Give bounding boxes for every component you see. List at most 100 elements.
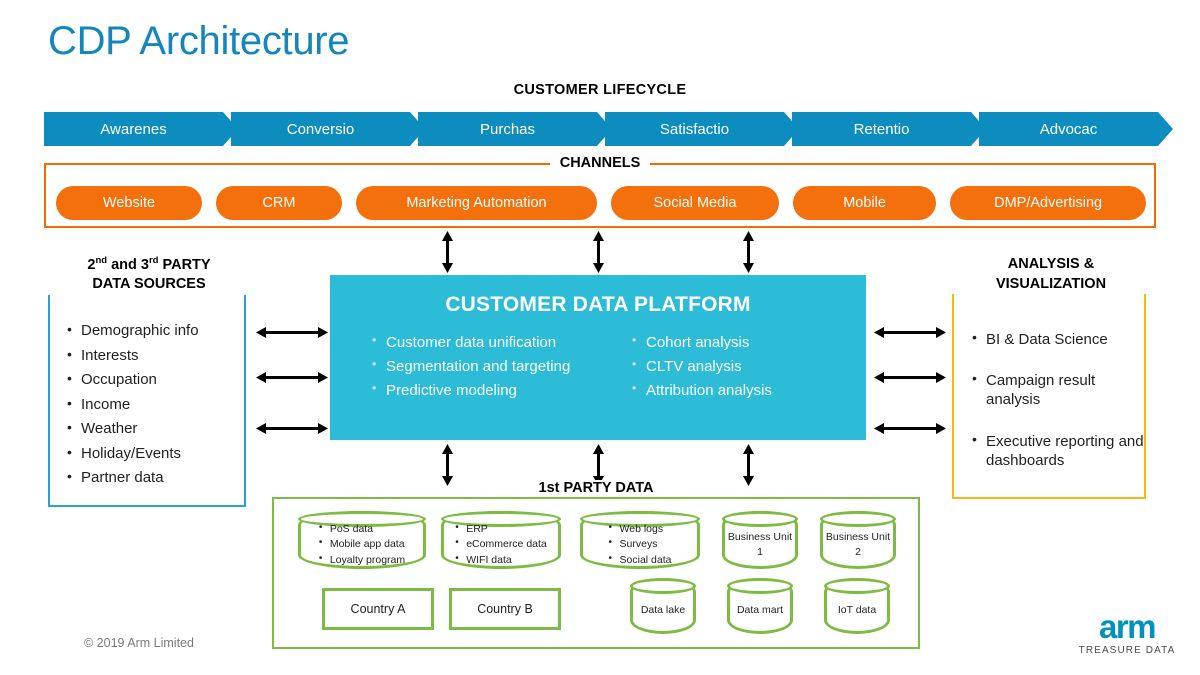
channel-marketing-automation[interactable]: Marketing Automation — [355, 186, 598, 220]
database-cylinder-weblogs[interactable]: Web logs Surveys Social data — [580, 511, 700, 569]
cylinder-item: Web logs — [609, 521, 672, 537]
analysis-visualization-panel-title: ANALYSIS & VISUALIZATION — [952, 255, 1150, 298]
list-item: Occupation — [66, 371, 246, 387]
arrow-cdp-to-analysis-2 — [874, 372, 946, 383]
lifecycle-stage-label: Conversio — [286, 120, 355, 138]
lifecycle-stage-label: Awarenes — [100, 120, 167, 138]
database-cylinder-business-unit-1[interactable]: Business Unit 1 — [722, 511, 798, 569]
panel-title-line2: DATA SOURCES — [92, 276, 206, 293]
cylinder-content: ERP eCommerce data WIFI data — [444, 521, 558, 566]
cdp-capability: Customer data unification — [372, 334, 606, 350]
panel-title-line1: ANALYSIS & — [1007, 256, 1095, 272]
analysis-visualization-list: BI & Data Science Campaign result analys… — [971, 329, 1146, 492]
channel-dmp-advertising[interactable]: DMP/Advertising — [950, 186, 1146, 220]
arrow-cdp-to-analysis-1 — [874, 327, 946, 338]
cylinder-content: Web logs Surveys Social data — [583, 521, 697, 566]
cylinder-item: Surveys — [609, 536, 672, 552]
lifecycle-stage-satisfaction[interactable]: Satisfactio — [605, 112, 799, 146]
list-item: Interests — [66, 347, 246, 363]
lifecycle-stage-label: Retentio — [853, 120, 910, 138]
channel-crm[interactable]: CRM — [215, 186, 342, 220]
cdp-capability: CLTV analysis — [632, 358, 866, 374]
lifecycle-stage-retention[interactable]: Retentio — [792, 112, 986, 146]
panel-title-fragment: and 3 — [107, 256, 149, 273]
treasure-data-subtitle: TREASURE DATA — [1078, 644, 1176, 656]
list-item: Demographic info — [66, 322, 246, 338]
arrow-channels-to-cdp-1 — [442, 231, 453, 273]
rect-label: Country A — [350, 602, 406, 616]
list-item: Executive reporting and dashboards — [971, 431, 1146, 470]
lifecycle-stage-label: Purchas — [479, 120, 536, 138]
cdp-capability: Predictive modeling — [372, 382, 606, 398]
cylinder-top-icon — [630, 578, 696, 594]
channel-social-media[interactable]: Social Media — [611, 186, 779, 220]
channels-pill-row: Website CRM Marketing Automation Social … — [56, 186, 1146, 220]
rect-label: Country B — [477, 602, 533, 616]
list-item: BI & Data Science — [971, 329, 1146, 349]
lifecycle-stage-purchase[interactable]: Purchas — [418, 112, 612, 146]
list-item: Campaign result analysis — [971, 370, 1146, 409]
lifecycle-stage-advocacy[interactable]: Advocac — [979, 112, 1173, 146]
cylinder-top-icon — [727, 578, 793, 594]
database-cylinder-business-unit-2[interactable]: Business Unit 2 — [820, 511, 896, 569]
slide-canvas: CDP Architecture CUSTOMER LIFECYCLE Awar… — [0, 0, 1200, 675]
arrow-datasources-to-cdp-2 — [256, 372, 328, 383]
arrow-datasources-to-cdp-3 — [256, 423, 328, 434]
cylinder-item: Loyalty program — [319, 552, 405, 568]
country-a-box[interactable]: Country A — [322, 588, 434, 630]
customer-data-platform-box: CUSTOMER DATA PLATFORM Customer data uni… — [330, 275, 866, 440]
cylinder-label: Business Unit 2 — [825, 530, 891, 558]
title-mask — [966, 291, 1136, 298]
first-party-data-caption-text: 1st PARTY DATA — [528, 480, 664, 496]
database-cylinder-data-lake[interactable]: Data lake — [630, 578, 696, 634]
list-item: Partner data — [66, 469, 246, 485]
second-third-party-panel-title: 2nd and 3rd PARTY DATA SOURCES — [48, 255, 250, 298]
cdp-capability: Cohort analysis — [632, 334, 866, 350]
cylinder-item: Mobile app data — [319, 536, 405, 552]
cylinder-item: PoS data — [319, 521, 405, 537]
list-item: Holiday/Events — [66, 445, 246, 461]
second-third-party-list: Demographic info Interests Occupation In… — [66, 322, 246, 495]
customer-lifecycle-caption: CUSTOMER LIFECYCLE — [513, 82, 687, 98]
cylinder-item: WIFI data — [455, 552, 547, 568]
country-b-box[interactable]: Country B — [449, 588, 561, 630]
cylinder-content: Business Unit 1 — [725, 528, 795, 562]
arrow-datasources-to-cdp-1 — [256, 327, 328, 338]
cylinder-item: ERP — [455, 521, 547, 537]
list-item: Income — [66, 396, 246, 412]
first-party-data-caption: 1st PARTY DATA — [272, 480, 920, 496]
database-cylinder-pos[interactable]: PoS data Mobile app data Loyalty program — [298, 511, 426, 569]
cylinder-content: Business Unit 2 — [823, 528, 893, 562]
lifecycle-stage-conversion[interactable]: Conversio — [231, 112, 425, 146]
cylinder-content: Data mart — [730, 595, 790, 627]
cylinder-content: IoT data — [827, 595, 887, 627]
cylinder-label: Data lake — [640, 604, 686, 617]
cylinder-label: Business Unit 1 — [727, 530, 793, 558]
channel-website[interactable]: Website — [56, 186, 202, 220]
cdp-column-right: Cohort analysis CLTV analysis Attributio… — [606, 334, 866, 407]
cylinder-top-icon — [824, 578, 890, 594]
channel-mobile[interactable]: Mobile — [792, 186, 937, 220]
cdp-title: CUSTOMER DATA PLATFORM — [445, 293, 751, 316]
arrow-cdp-to-analysis-3 — [874, 423, 946, 434]
lifecycle-stage-awareness[interactable]: Awarenes — [44, 112, 238, 146]
cylinder-item: Social data — [609, 552, 672, 568]
cdp-column-left: Customer data unification Segmentation a… — [330, 334, 606, 407]
arrow-channels-to-cdp-2 — [593, 231, 604, 273]
arrow-channels-to-cdp-3 — [743, 231, 754, 273]
database-cylinder-erp[interactable]: ERP eCommerce data WIFI data — [441, 511, 561, 569]
cdp-capability: Attribution analysis — [632, 382, 866, 398]
page-title: CDP Architecture — [48, 19, 350, 63]
panel-title-line2: VISUALIZATION — [995, 275, 1107, 292]
customer-lifecycle-bar: Awarenes Conversio Purchas Satisfactio R… — [44, 112, 1173, 146]
database-cylinder-data-mart[interactable]: Data mart — [727, 578, 793, 634]
list-item: Weather — [66, 420, 246, 436]
lifecycle-stage-label: Satisfactio — [659, 120, 730, 138]
cylinder-label: Data mart — [736, 604, 784, 617]
cylinder-label: IoT data — [837, 604, 877, 617]
database-cylinder-iot-data[interactable]: IoT data — [824, 578, 890, 634]
cylinder-top-icon — [722, 511, 798, 527]
cdp-capability-columns: Customer data unification Segmentation a… — [330, 334, 866, 407]
copyright-text: © 2019 Arm Limited — [84, 636, 194, 650]
cylinder-top-icon — [820, 511, 896, 527]
